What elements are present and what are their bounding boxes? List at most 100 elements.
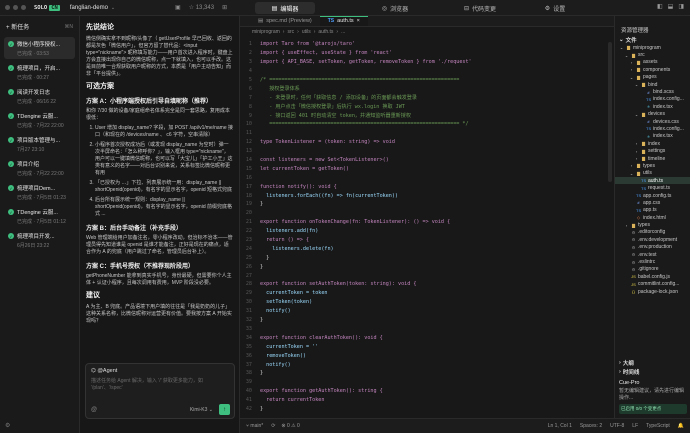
agent-mention[interactable]: ⌬ @Agent — [86, 364, 234, 376]
breadcrumb-item[interactable]: ... — [341, 29, 345, 35]
language-mode[interactable]: TypeScript — [646, 423, 670, 429]
minimize-window-button[interactable] — [13, 5, 18, 10]
breadcrumb-item[interactable]: utils — [302, 29, 311, 35]
code-line[interactable]: 16 — [240, 173, 614, 182]
code-line[interactable]: 6 授权登录体系 — [240, 84, 614, 93]
task-item[interactable]: ✓ 梳理项目开发... 6月26日 23:22 — [4, 229, 75, 251]
tree-folder[interactable]: › ▇ index — [615, 140, 690, 147]
code-line[interactable]: 30 setToken(token) — [240, 298, 614, 307]
tree-file[interactable]: ⚙ .gitignore — [615, 266, 690, 273]
tree-file[interactable]: ⚙ .env.production — [615, 244, 690, 251]
close-window-button[interactable] — [5, 5, 10, 10]
outline-section-header[interactable]: › 大纲 — [615, 359, 690, 367]
tree-folder[interactable]: ⌄ ▇ src — [615, 51, 690, 58]
task-item[interactable]: ✓ 项目版本管理与... 7月27 23:10 — [4, 133, 75, 155]
code-line[interactable]: 31 notify() — [240, 307, 614, 316]
tab-spec-preview[interactable]: ▤ spec.md (Preview) — [250, 17, 320, 26]
tree-file[interactable]: ⚙ .env.development — [615, 236, 690, 243]
code-line[interactable]: 24 listeners.delete(fn) — [240, 244, 614, 253]
breadcrumb-item[interactable]: src — [287, 29, 294, 35]
code-line[interactable]: 34 export function clearAuthToken(): void… — [240, 333, 614, 342]
code-line[interactable]: 41 return currentToken — [240, 396, 614, 405]
chat-input-field[interactable]: 描述任务给 Agent 解决，输入 '/' 获取更多能力，如 '/plan'、'… — [86, 376, 234, 398]
tree-file[interactable]: # app.css — [615, 199, 690, 206]
tree-file[interactable]: ⚙ .env.test — [615, 251, 690, 258]
code-line[interactable]: 12 type TokenListener = (token: string) =… — [240, 138, 614, 147]
tree-file[interactable]: TS app.config.ts — [615, 192, 690, 199]
tab-auth-ts[interactable]: TS auth.ts × — [319, 16, 368, 26]
code-line[interactable]: 3 import { API_BASE, setToken, getToken, … — [240, 58, 614, 67]
code-line[interactable]: 25 } — [240, 253, 614, 262]
tree-file[interactable]: ⚛ index.tsx — [615, 133, 690, 140]
panel-toggle-icon[interactable]: ▣ — [175, 4, 181, 11]
code-line[interactable]: 35 currentToken = '' — [240, 342, 614, 351]
star-icon[interactable]: ☆ 13,343 — [189, 4, 214, 11]
code-line[interactable]: 29 currentToken = token — [240, 289, 614, 298]
tree-file[interactable]: TS auth.ts — [615, 177, 690, 185]
tree-file[interactable]: TS app.ts — [615, 207, 690, 214]
code-area[interactable]: 1 import Taro from '@tarojs/taro' 2 import … — [240, 40, 614, 413]
sync-icon[interactable]: ⟳ — [271, 423, 275, 429]
task-item[interactable]: ✓ 梳理项目，开启... 已完成 · 00:27 — [4, 61, 75, 83]
git-branch[interactable]: ⑂ main* — [246, 423, 263, 429]
tab-settings[interactable]: ⚙ 设置 — [525, 2, 585, 14]
tree-file[interactable]: TS index.config... — [615, 96, 690, 103]
task-item[interactable]: ✓ TDengine 云服... 已完成 · 7月5日 01:12 — [4, 205, 75, 227]
attach-icon[interactable]: @ — [91, 407, 97, 413]
tree-file[interactable]: TS index.config... — [615, 125, 690, 132]
problems-icon[interactable]: ⊗ 0 ⚠ 0 — [281, 423, 299, 429]
code-line[interactable]: 32} — [240, 316, 614, 325]
tree-folder[interactable]: › ▇ assets — [615, 59, 690, 66]
editor-scrollbar[interactable] — [608, 42, 612, 182]
code-line[interactable]: 21 export function onTokenChange(fn: Toke… — [240, 218, 614, 227]
settings-icon[interactable]: ⚙ — [5, 423, 10, 429]
code-line[interactable]: 5 /* ====================================… — [240, 76, 614, 85]
task-item[interactable]: ✓ 微信小程序授权... 已完成 · 03:53 — [4, 37, 75, 59]
cursor-position[interactable]: Ln 1, Col 1 — [548, 423, 572, 429]
task-item[interactable]: ✓ 项目介绍 已完成 · 7月22 22:00 — [4, 157, 75, 179]
tree-folder[interactable]: › ▇ types — [615, 162, 690, 169]
tree-root[interactable]: ⌄ ▇ miniprogram — [615, 44, 690, 51]
layout-bottom-icon[interactable]: ⬓ — [668, 3, 674, 10]
tree-folder[interactable]: › ▇ components — [615, 66, 690, 73]
tab-browser[interactable]: ◎ 浏览器 — [365, 2, 425, 14]
code-line[interactable]: 11 — [240, 129, 614, 138]
code-line[interactable]: 15 let currentToken = getToken() — [240, 164, 614, 173]
tree-file[interactable]: ⚙ .editorconfig — [615, 229, 690, 236]
tree-folder[interactable]: ⌄ ▇ utils — [615, 170, 690, 177]
tree-file[interactable]: JS babel.config.js — [615, 273, 690, 280]
tree-file[interactable]: {} package-lock.json — [615, 288, 690, 295]
code-line[interactable]: 39 — [240, 378, 614, 387]
code-line[interactable]: 42} — [240, 405, 614, 414]
code-line[interactable]: 2 import { useEffect, useState } from 're… — [240, 49, 614, 58]
code-line[interactable]: 9 - 接口返回 401 时自动清空 token，并通知监听器重新授权 — [240, 111, 614, 120]
cue-status-badge[interactable]: 已启用 0/0 个变更点 — [619, 404, 687, 414]
breadcrumb-item[interactable]: auth.ts — [318, 29, 333, 35]
tree-file[interactable]: JS commitlint.config... — [615, 281, 690, 288]
maximize-window-button[interactable] — [21, 5, 26, 10]
task-item[interactable]: ✓ 梳理项目Dem... 已完成 · 7月5日 01:23 — [4, 181, 75, 203]
code-line[interactable]: 22 listeners.add(fn) — [240, 227, 614, 236]
code-line[interactable]: 40 export function getAuthToken(): string… — [240, 387, 614, 396]
code-line[interactable]: 23 return () => { — [240, 236, 614, 245]
breadcrumb-item[interactable]: miniprogram — [252, 29, 280, 35]
code-line[interactable]: 4 — [240, 67, 614, 76]
tree-file[interactable]: # bind.scss — [615, 88, 690, 95]
close-tab-icon[interactable]: × — [357, 18, 360, 24]
chat-input-box[interactable]: ⌬ @Agent 描述任务给 Agent 解决，输入 '/' 获取更多能力，如 … — [85, 363, 235, 419]
project-selector[interactable]: fanglian-demo ⌄ — [70, 5, 115, 11]
code-line[interactable]: 26} — [240, 262, 614, 271]
tree-folder[interactable]: › ▇ types — [615, 221, 690, 228]
tree-folder[interactable]: ⌄ ▇ pages — [615, 74, 690, 81]
tree-folder[interactable]: › ▇ settings — [615, 147, 690, 154]
task-item[interactable]: ✓ 阅读开发日志 已完成 · 06/16 22 — [4, 85, 75, 107]
tree-file[interactable]: TS request.ts — [615, 184, 690, 191]
code-line[interactable]: 36 removeToken() — [240, 351, 614, 360]
code-line[interactable]: 18 listeners.forEach((fn) => fn(currentT… — [240, 191, 614, 200]
code-line[interactable]: 14 const listeners = new Set<TokenListene… — [240, 156, 614, 165]
task-item[interactable]: ✓ TDengine 云服... 已完成 · 7月22 22:00 — [4, 109, 75, 131]
code-line[interactable]: 27 — [240, 271, 614, 280]
bell-icon[interactable]: 🔔 — [678, 423, 684, 429]
code-line[interactable]: 37 notify() — [240, 360, 614, 369]
tree-folder[interactable]: ⌄ ▇ devices — [615, 111, 690, 118]
